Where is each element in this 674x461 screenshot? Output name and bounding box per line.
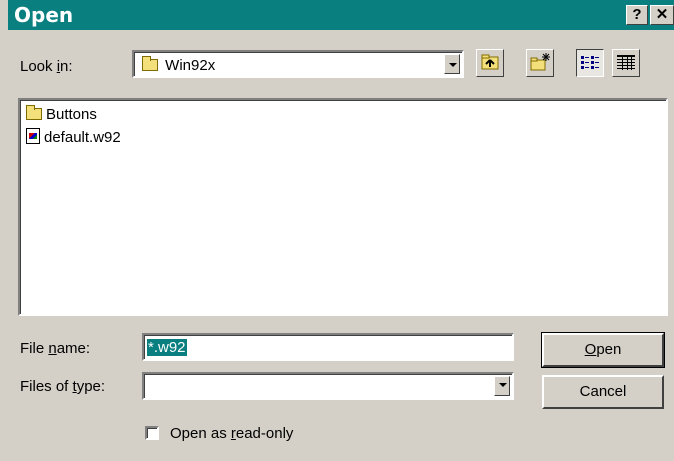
up-one-level-icon [481,54,499,70]
file-type-combo[interactable] [142,372,514,400]
create-new-folder-icon [530,53,550,71]
file-list[interactable]: Buttons default.w92 [18,98,668,316]
file-name-value: *.w92 [147,339,187,356]
list-view-button[interactable] [576,49,604,77]
look-in-value: Win92x [165,57,216,74]
close-icon: ✕ [655,6,669,23]
details-view-icon [617,55,635,70]
list-item[interactable]: Buttons [26,105,97,123]
list-view-icon [581,56,599,69]
dialog-title: Open [14,3,74,27]
file-name-field[interactable]: *.w92 [142,333,514,361]
details-view-button[interactable] [612,49,640,77]
up-one-level-button[interactable] [476,49,504,77]
file-name-label: File name: [20,340,91,357]
open-button[interactable]: Open [541,332,665,368]
file-type-dropdown-arrow[interactable] [494,376,510,396]
document-icon [26,128,40,144]
look-in-dropdown-arrow[interactable] [444,54,460,74]
open-dialog: Open ? ✕ Look in: Win92x Buttons default… [0,0,674,461]
read-only-checkbox[interactable] [145,426,159,440]
cancel-button[interactable]: Cancel [542,375,664,409]
create-new-folder-button[interactable] [526,49,554,77]
look-in-combo[interactable]: Win92x [132,50,464,78]
title-bar[interactable]: Open ? ✕ [8,0,674,30]
read-only-label[interactable]: Open as read-only [170,425,293,442]
look-in-label: Look in: [20,58,73,75]
close-button[interactable]: ✕ [650,5,674,25]
file-type-label: Files of type: [20,378,106,395]
folder-icon [26,105,42,120]
list-item[interactable]: default.w92 [26,128,121,146]
open-folder-icon [142,56,158,71]
help-button[interactable]: ? [626,5,648,25]
